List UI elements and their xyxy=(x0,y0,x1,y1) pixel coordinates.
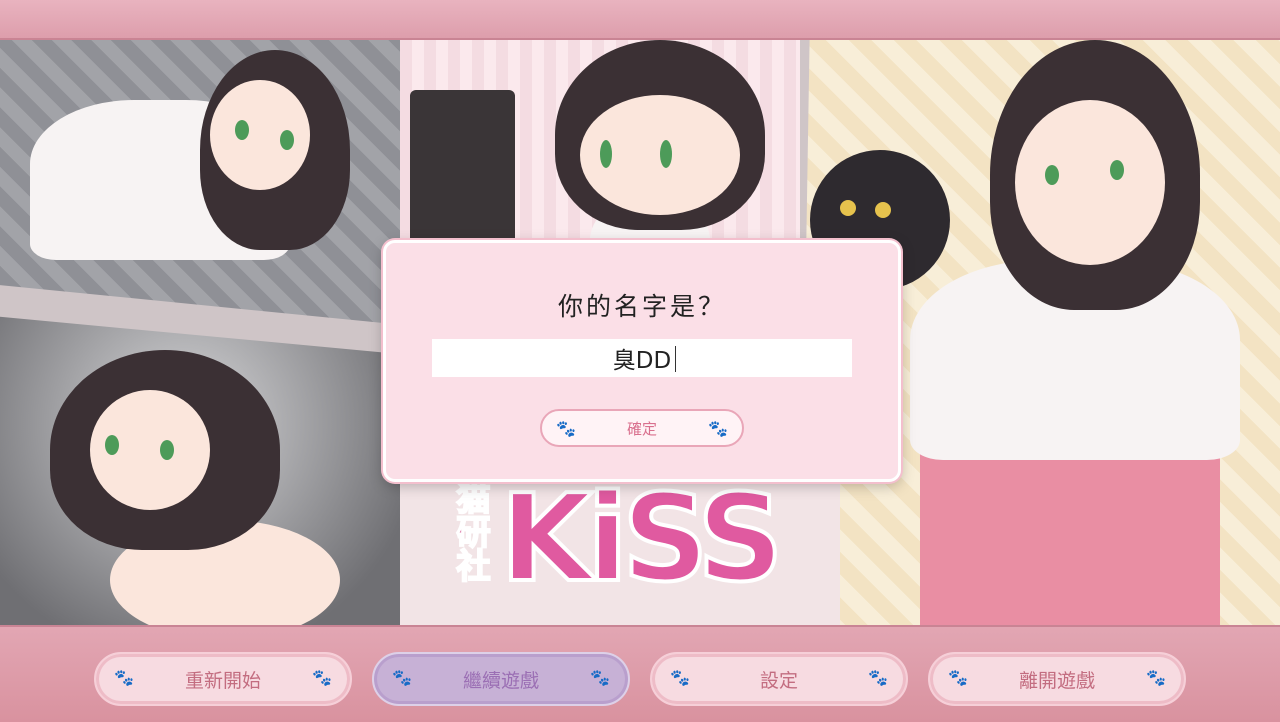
exit-label: 離開遊戲 xyxy=(1018,669,1095,692)
character-face xyxy=(1015,100,1165,265)
paw-icon: 🐾 xyxy=(392,668,412,687)
art-panel-top-left xyxy=(0,40,420,325)
character-face xyxy=(210,80,310,190)
paw-icon: 🐾 xyxy=(868,668,888,687)
character-eye xyxy=(1110,160,1124,180)
cat-eye xyxy=(875,202,891,218)
paw-icon: 🐾 xyxy=(948,668,968,687)
paw-icon: 🐾 xyxy=(670,668,690,687)
paw-icon: 🐾 xyxy=(708,419,728,438)
character-eye xyxy=(160,440,174,460)
settings-button[interactable]: 🐾 設定 🐾 xyxy=(650,652,908,706)
character-eye xyxy=(280,130,294,150)
exit-button[interactable]: 🐾 離開遊戲 🐾 xyxy=(928,652,1186,706)
logo-word: KiSS xyxy=(498,468,786,611)
character-eye xyxy=(105,435,119,455)
monitor-shape xyxy=(410,90,515,250)
logo-kanji: 猫研社 xyxy=(449,479,491,583)
paw-icon: 🐾 xyxy=(312,668,332,687)
confirm-label: 確定 xyxy=(626,419,657,438)
chibi-eye xyxy=(600,140,612,168)
top-frame-bar xyxy=(0,0,1280,40)
name-entry-dialog: 你的名字是？ 🐾 確定 🐾 xyxy=(383,240,901,482)
paw-icon: 🐾 xyxy=(590,668,610,687)
restart-label: 重新開始 xyxy=(184,669,261,692)
chibi-eye xyxy=(660,140,672,168)
continue-label: 繼續遊戲 xyxy=(462,669,539,692)
continue-button[interactable]: 🐾 繼續遊戲 🐾 xyxy=(372,652,630,706)
character-eye xyxy=(1045,165,1059,185)
dialog-title: 你的名字是？ xyxy=(557,292,726,321)
character-eye xyxy=(235,120,249,140)
settings-label: 設定 xyxy=(759,669,798,692)
cat-eye xyxy=(840,200,856,216)
restart-button[interactable]: 🐾 重新開始 🐾 xyxy=(94,652,352,706)
text-caret xyxy=(675,346,676,372)
game-logo: 猫研社 KiSS xyxy=(430,468,850,625)
paw-icon: 🐾 xyxy=(1146,668,1166,687)
confirm-button[interactable]: 🐾 確定 🐾 xyxy=(540,409,744,447)
paw-icon: 🐾 xyxy=(556,419,576,438)
paw-icon: 🐾 xyxy=(114,668,134,687)
name-input[interactable] xyxy=(432,339,852,377)
